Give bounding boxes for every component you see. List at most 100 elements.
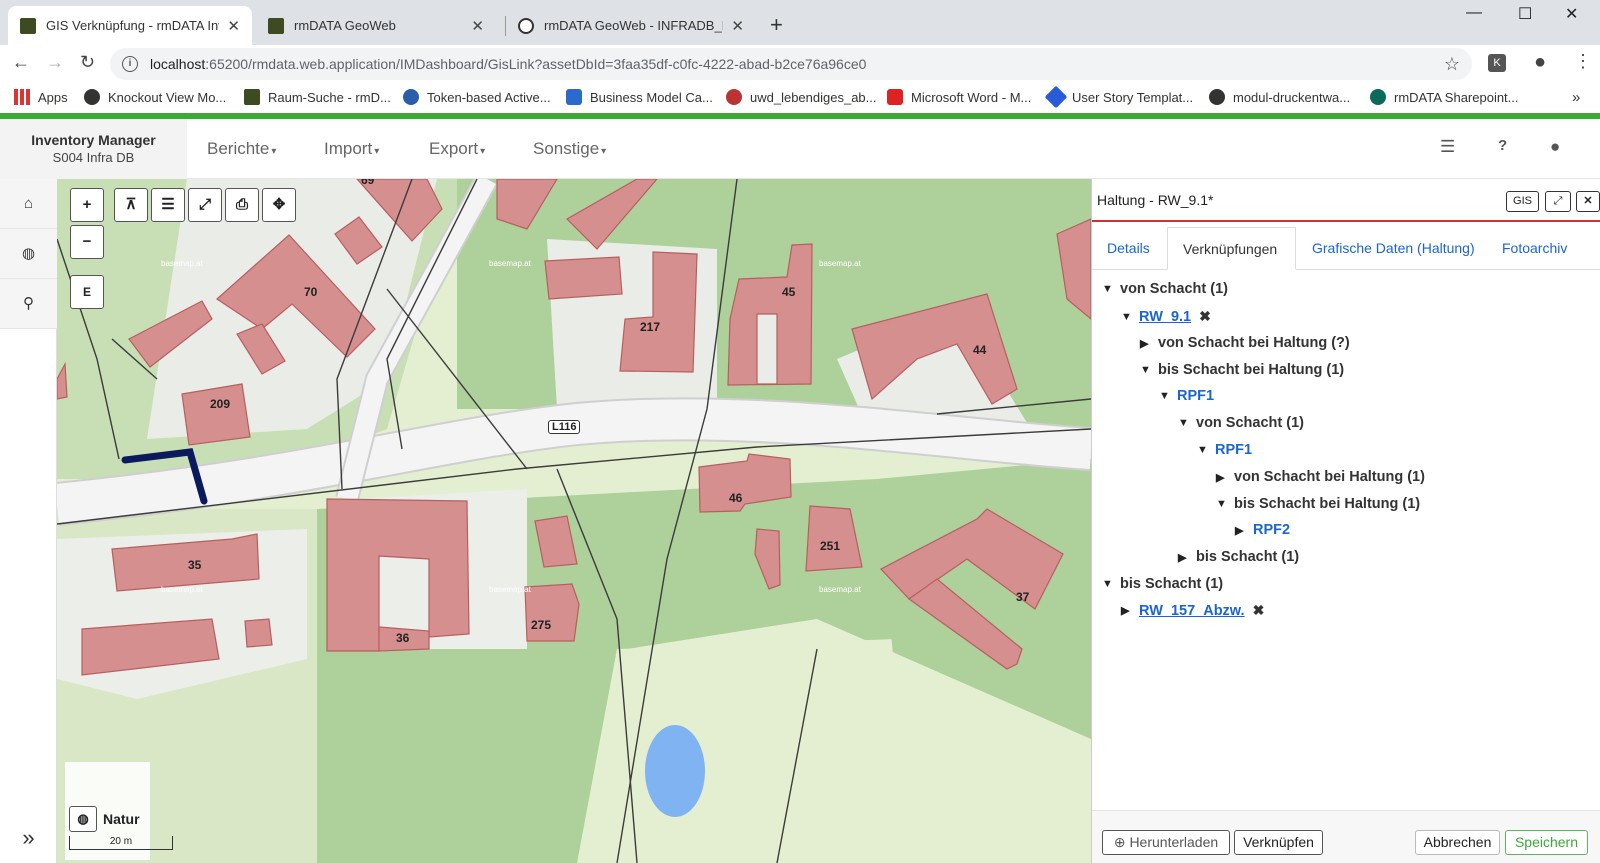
- tree-node-bis-schacht-bei-haltung[interactable]: ▼ bis Schacht bei Haltung (1): [1140, 362, 1344, 378]
- menu-sonstige[interactable]: Sonstige ▾: [533, 139, 606, 159]
- reload-icon[interactable]: ↻: [80, 52, 95, 73]
- search-icon[interactable]: ⚲: [0, 279, 57, 329]
- zoom-out-button[interactable]: −: [70, 225, 104, 259]
- home-icon[interactable]: ⌂: [0, 179, 57, 229]
- tree-node-von-schacht-bei-haltung[interactable]: ▶ von Schacht bei Haltung (?): [1140, 335, 1350, 351]
- url-field[interactable]: i localhost:65200/rmdata.web.application…: [110, 48, 1472, 80]
- menu-export[interactable]: Export ▾: [429, 139, 485, 159]
- tree-node-rpf2[interactable]: ▶ RPF2: [1235, 522, 1290, 538]
- link-button[interactable]: Verknüpfen: [1234, 830, 1323, 855]
- caret-down-icon: ▾: [480, 146, 486, 157]
- menu-import[interactable]: Import ▾: [324, 139, 379, 159]
- caret-right-icon: ▶: [1216, 471, 1225, 484]
- fullscreen-icon[interactable]: ⤢: [188, 188, 222, 222]
- bookmark-user-story[interactable]: User Story Templat...: [1044, 85, 1193, 109]
- house-number: 46: [729, 491, 743, 505]
- tree-label: bis Schacht bei Haltung (1): [1234, 496, 1421, 512]
- bug-icon: [726, 89, 742, 105]
- globe-icon[interactable]: ◍: [0, 229, 57, 279]
- bookmark-token[interactable]: Token-based Active...: [403, 89, 551, 105]
- tab-title: rmDATA GeoWeb - INFRADB_M3: [544, 18, 724, 33]
- tab-details[interactable]: Details: [1092, 227, 1165, 270]
- tree-node-bis-schacht-bei-haltung-nested[interactable]: ▼ bis Schacht bei Haltung (1): [1216, 496, 1420, 512]
- extension-k-icon[interactable]: K: [1488, 54, 1506, 72]
- tree-link[interactable]: RPF1: [1215, 442, 1252, 458]
- bookmark-word[interactable]: Microsoft Word - M...: [887, 89, 1031, 105]
- tree-node-rw-9-1[interactable]: ▼ RW_9.1 ✖: [1121, 308, 1211, 325]
- back-icon[interactable]: ←: [12, 52, 30, 73]
- new-tab-button[interactable]: +: [770, 12, 783, 38]
- user-icon[interactable]: ●: [1550, 137, 1560, 157]
- scale-label: 20 m: [109, 836, 133, 847]
- bookmark-business-model[interactable]: Business Model Ca...: [566, 89, 713, 105]
- pan-move-icon[interactable]: ✥: [262, 188, 296, 222]
- browser-tab-geoweb-infradb[interactable]: rmDATA GeoWeb - INFRADB_M3 ✕: [506, 6, 756, 45]
- minimize-icon[interactable]: —: [1466, 4, 1482, 22]
- rmdata-favicon-icon: [268, 17, 284, 34]
- close-icon[interactable]: ✕: [731, 17, 744, 35]
- app-brand[interactable]: Inventory Manager S004 Infra DB: [0, 119, 187, 179]
- info-icon[interactable]: i: [122, 56, 138, 72]
- bookmark-apps[interactable]: Apps: [14, 89, 68, 105]
- tree-link[interactable]: RW_157_Abzw.: [1139, 603, 1245, 619]
- profile-icon[interactable]: ●: [1534, 51, 1546, 74]
- cancel-button[interactable]: Abbrechen: [1415, 830, 1500, 855]
- maximize-icon[interactable]: ☐: [1518, 4, 1532, 24]
- bookmark-modul[interactable]: modul-druckentwa...: [1209, 89, 1350, 105]
- tab-grafische-daten[interactable]: Grafische Daten (Haltung): [1297, 227, 1490, 270]
- tree-link[interactable]: RPF1: [1177, 388, 1214, 404]
- expand-sidebar-icon[interactable]: »: [0, 825, 57, 851]
- database-icon[interactable]: ☰: [1440, 137, 1455, 157]
- tree-node-bis-schacht[interactable]: ▼ bis Schacht (1): [1102, 576, 1223, 592]
- bookmark-label: modul-druckentwa...: [1233, 89, 1351, 105]
- tree-label: von Schacht (1): [1120, 281, 1228, 297]
- bookmarks-bar: Apps Knockout View Mo... Raum-Suche - rm…: [0, 83, 1600, 113]
- bookmark-sharepoint[interactable]: rmDATA Sharepoint...: [1370, 89, 1519, 105]
- tree-node-rpf1[interactable]: ▼ RPF1: [1159, 388, 1214, 404]
- tree-link[interactable]: RW_9.1: [1139, 309, 1191, 325]
- close-panel-icon[interactable]: ✕: [1576, 191, 1600, 212]
- help-icon[interactable]: ?: [1498, 137, 1507, 154]
- document-icon: [566, 89, 582, 105]
- browser-tab-geoweb[interactable]: rmDATA GeoWeb ✕: [256, 6, 496, 45]
- remove-link-icon[interactable]: ✖: [1253, 602, 1265, 619]
- bookmark-knockout[interactable]: Knockout View Mo...: [84, 89, 226, 105]
- tree-node-von-schacht-bei-haltung-nested[interactable]: ▶ von Schacht bei Haltung (1): [1216, 469, 1425, 485]
- menu-berichte[interactable]: Berichte ▾: [207, 139, 276, 159]
- close-icon[interactable]: ✕: [227, 17, 240, 35]
- caret-right-icon: ▶: [1235, 524, 1244, 537]
- expand-panel-icon[interactable]: ⤢: [1545, 191, 1571, 212]
- tab-verknuepfungen[interactable]: Verknüpfungen: [1167, 227, 1296, 270]
- tree-node-von-schacht[interactable]: ▼ von Schacht (1): [1102, 281, 1228, 297]
- list-icon[interactable]: ☰: [151, 188, 185, 222]
- map-view[interactable]: L116 69 70 209 217 45 44 46 251 35 36 27…: [57, 179, 1091, 863]
- tree-link[interactable]: RPF2: [1253, 522, 1290, 538]
- more-menu-icon[interactable]: ⋮: [1574, 51, 1592, 72]
- tree-node-bis-schacht-nested[interactable]: ▶ bis Schacht (1): [1178, 549, 1299, 565]
- zoom-in-button[interactable]: +: [70, 188, 104, 222]
- bookmark-star-icon[interactable]: ☆: [1444, 54, 1460, 75]
- bookmark-uwd[interactable]: uwd_lebendiges_ab...: [726, 89, 877, 105]
- close-icon[interactable]: ✕: [471, 17, 484, 35]
- basemap-switch[interactable]: ◍ Natur: [69, 806, 140, 832]
- save-button[interactable]: Speichern: [1505, 830, 1588, 855]
- download-button[interactable]: ⊕ Herunterladen: [1102, 830, 1230, 855]
- pdf-export-icon[interactable]: ⎙: [225, 188, 259, 222]
- gis-button[interactable]: GIS: [1506, 191, 1539, 212]
- tree-node-rpf1-nested[interactable]: ▼ RPF1: [1197, 442, 1252, 458]
- remove-link-icon[interactable]: ✖: [1199, 308, 1211, 325]
- tree-node-von-schacht-nested[interactable]: ▼ von Schacht (1): [1178, 415, 1304, 431]
- forward-icon[interactable]: →: [46, 52, 64, 73]
- bookmarks-overflow-icon[interactable]: »: [1572, 89, 1580, 106]
- browser-tab-gis[interactable]: GIS Verknüpfung - rmDATA Inven ✕: [8, 6, 252, 45]
- tree-node-rw-157-abzw[interactable]: ▶ RW_157_Abzw. ✖: [1121, 602, 1264, 619]
- layer-tree-button[interactable]: ⊼: [114, 188, 148, 222]
- bookmark-raum-suche[interactable]: Raum-Suche - rmD...: [244, 89, 391, 105]
- bookmark-label: uwd_lebendiges_ab...: [750, 89, 877, 105]
- caret-down-icon: ▾: [601, 146, 607, 157]
- house-number: 45: [782, 285, 796, 299]
- window-close-icon[interactable]: ✕: [1565, 4, 1578, 24]
- bookmark-label: Knockout View Mo...: [108, 89, 227, 105]
- edit-mode-button[interactable]: E: [70, 275, 104, 309]
- tab-fotoarchiv[interactable]: Fotoarchiv: [1487, 227, 1582, 270]
